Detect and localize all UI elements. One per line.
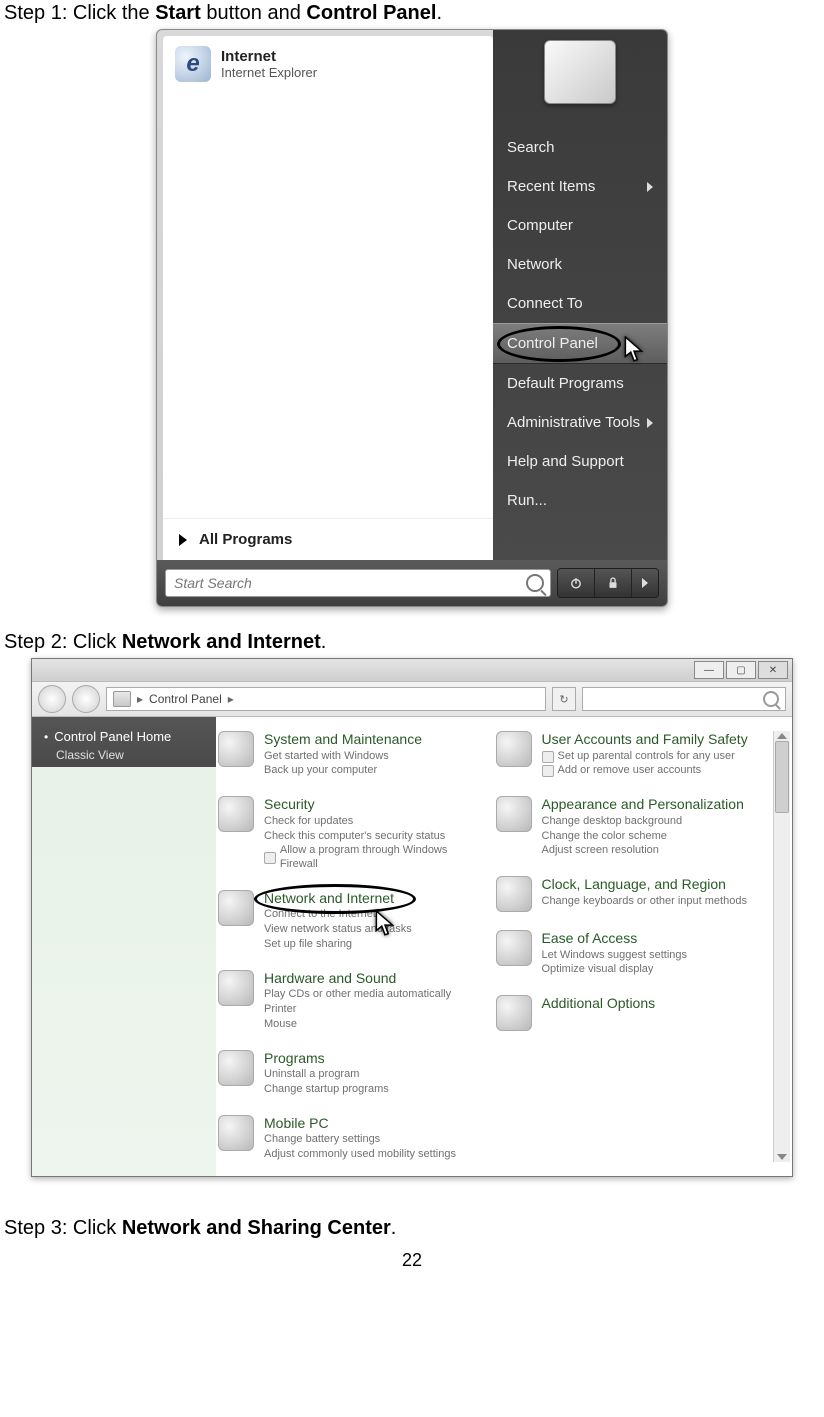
sidebar-classic-view[interactable]: Classic View xyxy=(56,748,204,762)
step3-text: Step 3: Click Network and Sharing Center… xyxy=(4,1217,820,1240)
titlebar: — ▢ ✕ xyxy=(32,659,792,682)
network-icon xyxy=(218,890,254,926)
pinned-app-subtitle: Internet Explorer xyxy=(221,65,317,80)
search-icon xyxy=(526,574,544,592)
chevron-right-icon xyxy=(179,534,187,546)
close-button[interactable]: ✕ xyxy=(758,661,788,679)
search-icon xyxy=(763,691,779,707)
maximize-button[interactable]: ▢ xyxy=(726,661,756,679)
shield-icon xyxy=(264,852,276,864)
menu-item-network[interactable]: Network xyxy=(493,245,667,284)
security-icon xyxy=(218,796,254,832)
menu-item-help-and-support[interactable]: Help and Support xyxy=(493,442,667,481)
menu-item-computer[interactable]: Computer xyxy=(493,206,667,245)
step1-text: Step 1: Click the Start button and Contr… xyxy=(4,2,820,25)
category-appearance[interactable]: Appearance and Personalization Change de… xyxy=(496,796,764,858)
chevron-right-icon xyxy=(642,578,648,588)
back-button[interactable] xyxy=(38,685,66,713)
category-programs[interactable]: Programs Uninstall a program Change star… xyxy=(218,1050,486,1097)
cursor-icon xyxy=(623,336,645,364)
minimize-button[interactable]: — xyxy=(694,661,724,679)
chevron-right-icon xyxy=(647,182,653,192)
start-menu-bottom-bar xyxy=(157,560,667,606)
all-programs-label: All Programs xyxy=(199,531,292,548)
sidebar-home[interactable]: Control Panel Home xyxy=(54,729,171,744)
power-icon xyxy=(569,576,583,590)
category-mobile-pc[interactable]: Mobile PC Change battery settings Adjust… xyxy=(218,1115,486,1162)
hardware-icon xyxy=(218,970,254,1006)
category-additional-options[interactable]: Additional Options xyxy=(496,995,764,1031)
programs-icon xyxy=(218,1050,254,1086)
chevron-right-icon xyxy=(647,418,653,428)
address-bar[interactable]: ▸ Control Panel ▸ xyxy=(106,687,546,711)
step2-text: Step 2: Click Network and Internet. xyxy=(4,631,820,654)
menu-item-default-programs[interactable]: Default Programs xyxy=(493,364,667,403)
vertical-scrollbar[interactable] xyxy=(773,731,790,1162)
power-button-group xyxy=(557,568,659,598)
internet-explorer-icon: e xyxy=(175,46,211,82)
user-accounts-icon xyxy=(496,731,532,767)
scroll-thumb[interactable] xyxy=(775,741,789,813)
breadcrumb: Control Panel xyxy=(149,692,222,706)
cursor-icon xyxy=(374,910,396,938)
menu-item-control-panel[interactable]: Control Panel xyxy=(493,323,667,364)
category-clock-language[interactable]: Clock, Language, and Region Change keybo… xyxy=(496,876,764,912)
category-security[interactable]: Security Check for updates Check this co… xyxy=(218,796,486,872)
category-network-internet[interactable]: Network and Internet Connect to the Inte… xyxy=(218,890,486,952)
start-menu: e Internet Internet Explorer All Program… xyxy=(156,29,668,607)
start-search-box[interactable] xyxy=(165,569,551,597)
start-menu-right-pane: Search Recent Items Computer Network Con… xyxy=(493,30,667,560)
additional-options-icon xyxy=(496,995,532,1031)
control-panel-main: System and Maintenance Get started with … xyxy=(216,717,792,1176)
navigation-bar: ▸ Control Panel ▸ ↻ xyxy=(32,682,792,717)
category-user-accounts[interactable]: User Accounts and Family Safety Set up p… xyxy=(496,731,764,778)
user-picture-icon[interactable] xyxy=(544,40,616,104)
menu-item-recent-items[interactable]: Recent Items xyxy=(493,167,667,206)
folder-icon xyxy=(113,691,131,707)
category-hardware-sound[interactable]: Hardware and Sound Play CDs or other med… xyxy=(218,970,486,1032)
system-icon xyxy=(218,731,254,767)
menu-item-connect-to[interactable]: Connect To xyxy=(493,284,667,323)
forward-button[interactable] xyxy=(72,685,100,713)
shield-icon xyxy=(542,751,554,763)
shield-icon xyxy=(542,765,554,777)
mobile-pc-icon xyxy=(218,1115,254,1151)
clock-icon xyxy=(496,876,532,912)
search-box[interactable] xyxy=(582,687,786,711)
refresh-button[interactable]: ↻ xyxy=(552,687,576,711)
lock-button[interactable] xyxy=(595,569,632,597)
scroll-up-icon[interactable] xyxy=(777,733,787,739)
control-panel-window: — ▢ ✕ ▸ Control Panel ▸ ↻ xyxy=(31,658,793,1177)
all-programs[interactable]: All Programs xyxy=(163,518,493,560)
category-ease-of-access[interactable]: Ease of Access Let Windows suggest setti… xyxy=(496,930,764,977)
menu-item-administrative-tools[interactable]: Administrative Tools xyxy=(493,403,667,442)
category-system-maintenance[interactable]: System and Maintenance Get started with … xyxy=(218,731,486,778)
pinned-app-title: Internet xyxy=(221,48,317,65)
scroll-down-icon[interactable] xyxy=(777,1154,787,1160)
control-panel-sidebar: •Control Panel Home Classic View xyxy=(32,717,216,1176)
menu-item-search[interactable]: Search xyxy=(493,128,667,167)
shutdown-menu-button[interactable] xyxy=(632,569,658,597)
lock-icon xyxy=(606,576,620,590)
appearance-icon xyxy=(496,796,532,832)
page-number: 22 xyxy=(4,1250,820,1271)
ease-of-access-icon xyxy=(496,930,532,966)
pinned-app-internet[interactable]: e Internet Internet Explorer xyxy=(163,36,493,92)
power-button[interactable] xyxy=(558,569,595,597)
menu-item-run[interactable]: Run... xyxy=(493,481,667,520)
start-menu-left-pane: e Internet Internet Explorer All Program… xyxy=(163,36,493,560)
start-search-input[interactable] xyxy=(172,574,522,592)
